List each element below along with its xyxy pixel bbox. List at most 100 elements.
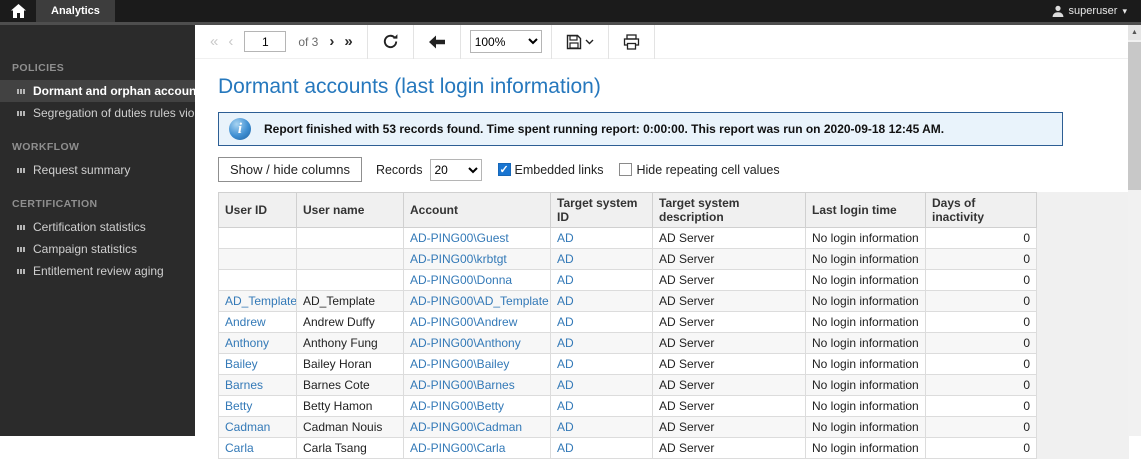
cell-user-name [296,227,404,249]
toolbar-separator [653,24,655,59]
cell-user-id: AD_Template [218,290,297,312]
home-button[interactable] [0,0,36,22]
chevron-down-icon [582,39,594,45]
cell-days-of-inactivity: 0 [925,416,1037,438]
cell-days-of-inactivity: 0 [925,437,1037,459]
printer-icon [623,33,640,50]
table-header-row: User ID User name Account Target system … [218,192,1037,228]
zoom-select[interactable]: 100% [469,30,542,53]
cell-target-system-id: AD [550,353,653,375]
table-body: AD-PING00\Guest AD AD Server No login in… [218,227,1037,459]
user-icon [1052,5,1064,17]
cell-account: AD-PING00\Andrew [403,311,551,333]
cell-account: AD-PING00\Carla [403,437,551,459]
cell-target-system-id: AD [550,269,653,291]
cell-user-name: Barnes Cote [296,374,404,396]
top-bar: Analytics superuser ▾ [0,0,1141,22]
arrow-left-icon [428,35,446,49]
cell-last-login-time: No login information [805,248,926,270]
column-header-last-login-time[interactable]: Last login time [805,192,926,228]
topbar-divider [0,22,1141,25]
table-controls: Show / hide columns Records 20 Embedded … [218,157,1128,182]
cell-days-of-inactivity: 0 [925,227,1037,249]
cell-last-login-time: No login information [805,416,926,438]
page-title: Dormant accounts (last login information… [218,75,601,98]
report-toolbar: « ‹ of 3 › » 100% [195,24,1128,59]
column-header-days-of-inactivity[interactable]: Days of inactivity [925,192,1037,228]
scrollbar-thumb[interactable] [1128,42,1141,190]
toolbar-separator [459,24,461,59]
table-row: Anthony Anthony Fung AD-PING00\Anthony A… [218,332,1037,354]
user-menu[interactable]: superuser ▾ [1052,5,1141,17]
next-page-button[interactable]: › [324,34,339,49]
table-row: Barnes Barnes Cote AD-PING00\Barnes AD A… [218,374,1037,396]
report-icon [17,268,25,274]
report-info-banner: i Report finished with 53 records found.… [218,112,1063,146]
user-name: superuser [1068,5,1118,17]
first-page-button[interactable]: « [205,34,223,49]
cell-target-system-id: AD [550,290,653,312]
export-save-button[interactable] [561,34,599,50]
records-select[interactable]: 20 [429,158,482,181]
refresh-button[interactable] [377,33,404,50]
cell-target-system-description: AD Server [652,416,806,438]
last-page-button[interactable]: » [339,34,357,49]
vertical-scrollbar[interactable]: ▲ [1128,25,1141,436]
cell-user-name: Anthony Fung [296,332,404,354]
table-right-filler [1037,192,1129,459]
print-button[interactable] [618,33,645,50]
prev-page-button[interactable]: ‹ [223,34,238,49]
sidebar-section-workflow: WORKFLOW Request summary [0,134,195,181]
section-title-workflow: WORKFLOW [12,141,80,153]
report-icon [17,110,25,116]
sidebar-item-segregation-of-duties[interactable]: Segregation of duties rules viola... [0,102,195,124]
cell-user-name: Cadman Nouis [296,416,404,438]
cell-last-login-time: No login information [805,269,926,291]
page-number-input[interactable] [244,31,287,52]
sidebar-item-campaign-statistics[interactable]: Campaign statistics [0,238,195,260]
back-button[interactable] [423,35,451,49]
cell-account: AD-PING00\Barnes [403,374,551,396]
cell-user-name: Bailey Horan [296,353,404,375]
cell-last-login-time: No login information [805,311,926,333]
table-zone: User ID User name Account Target system … [218,192,1129,459]
cell-account: AD-PING00\Donna [403,269,551,291]
chevron-down-icon: ▾ [1122,5,1127,16]
cell-target-system-description: AD Server [652,290,806,312]
embedded-links-checkbox[interactable] [497,163,511,176]
cell-target-system-id: AD [550,248,653,270]
hide-repeating-option[interactable]: Hide repeating cell values [619,163,780,177]
cell-account: AD-PING00\Anthony [403,332,551,354]
cell-target-system-id: AD [550,416,653,438]
column-header-target-system-id[interactable]: Target system ID [550,192,653,228]
cell-user-id [218,248,297,270]
hide-repeating-checkbox[interactable] [619,163,633,176]
column-header-target-system-description[interactable]: Target system description [652,192,806,228]
column-header-user-name[interactable]: User name [296,192,404,228]
table-row: Cadman Cadman Nouis AD-PING00\Cadman AD … [218,416,1037,438]
cell-target-system-description: AD Server [652,332,806,354]
sidebar-item-request-summary[interactable]: Request summary [0,159,195,181]
refresh-icon [382,33,399,50]
show-hide-columns-button[interactable]: Show / hide columns [218,157,362,182]
sidebar: POLICIES Dormant and orphan accounts Seg… [0,25,195,436]
table-row: AD-PING00\Donna AD AD Server No login in… [218,269,1037,291]
column-header-account[interactable]: Account [403,192,551,228]
tab-analytics[interactable]: Analytics [36,0,115,22]
cell-days-of-inactivity: 0 [925,395,1037,417]
home-icon [10,4,26,18]
sidebar-item-label: Campaign statistics [33,242,138,256]
column-header-user-id[interactable]: User ID [218,192,297,228]
table-row: AD_Template AD_Template AD-PING00\AD_Tem… [218,290,1037,312]
report-icon [17,246,25,252]
embedded-links-option[interactable]: Embedded links [497,163,603,177]
cell-account: AD-PING00\Cadman [403,416,551,438]
sidebar-item-dormant-orphan-accounts[interactable]: Dormant and orphan accounts [0,80,195,102]
cell-target-system-id: AD [550,332,653,354]
cell-days-of-inactivity: 0 [925,332,1037,354]
cell-user-id [218,227,297,249]
scrollbar-up-button[interactable]: ▲ [1128,25,1141,40]
cell-last-login-time: No login information [805,395,926,417]
sidebar-item-entitlement-review-aging[interactable]: Entitlement review aging [0,260,195,282]
sidebar-item-certification-statistics[interactable]: Certification statistics [0,216,195,238]
